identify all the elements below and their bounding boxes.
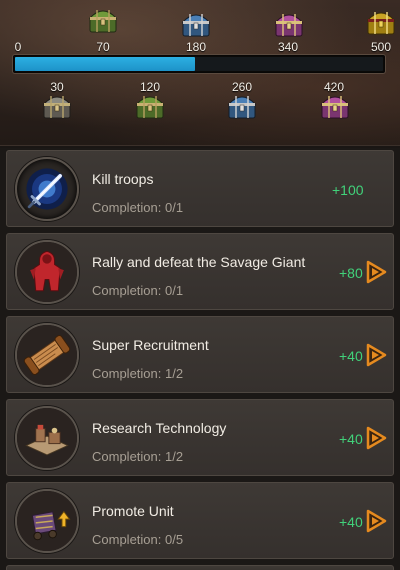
savage-giant-icon [15, 240, 79, 304]
task-reward: +40 [339, 514, 363, 530]
purple-chest-icon[interactable] [320, 92, 350, 120]
milestone-label: 500 [370, 40, 392, 54]
go-arrow-icon[interactable] [365, 426, 387, 450]
scroll-icon [15, 323, 79, 387]
task-row-research-technology[interactable]: Research Technology Completion: 1/2 +40 [6, 399, 394, 476]
task-title: Kill troops [92, 171, 154, 187]
task-row-rally-savage-giant[interactable]: Rally and defeat the Savage Giant Comple… [6, 233, 394, 310]
task-progress: Completion: 1/2 [92, 449, 184, 464]
task-row-partial [6, 565, 394, 570]
milestone-label: 180 [185, 40, 207, 54]
blue-chest-icon[interactable] [181, 10, 211, 38]
task-row-super-recruitment[interactable]: Super Recruitment Completion: 1/2 +40 [6, 316, 394, 393]
task-title: Super Recruitment [92, 337, 209, 353]
task-list: Kill troops Completion: 0/1 +100 Rally a… [0, 148, 400, 570]
task-progress: Completion: 0/5 [92, 532, 184, 547]
task-row-kill-troops[interactable]: Kill troops Completion: 0/1 +100 [6, 150, 394, 227]
task-reward: +100 [332, 182, 364, 198]
activity-progress-fill [15, 57, 195, 71]
task-reward: +80 [339, 265, 363, 281]
task-title: Research Technology [92, 420, 227, 436]
task-progress: Completion: 0/1 [92, 283, 184, 298]
task-title: Promote Unit [92, 503, 174, 519]
task-row-promote-unit[interactable]: Promote Unit Completion: 0/5 +40 [6, 482, 394, 559]
gray-chest-icon[interactable] [42, 92, 72, 120]
blue-chest-icon[interactable] [227, 92, 257, 120]
go-arrow-icon[interactable] [365, 260, 387, 284]
task-reward: +40 [339, 431, 363, 447]
sword-icon [15, 157, 79, 221]
milestone-label: 340 [277, 40, 299, 54]
gold-chest-icon[interactable] [366, 8, 396, 36]
go-arrow-icon[interactable] [365, 343, 387, 367]
purple-chest-icon[interactable] [274, 10, 304, 38]
promote-unit-icon [15, 489, 79, 553]
milestone-label: 70 [96, 40, 110, 54]
green-chest-icon[interactable] [88, 6, 118, 34]
activity-progress-banner: 0 70 180 340 500 30 120 260 420 [0, 0, 400, 146]
milestone-label: 0 [14, 40, 22, 54]
go-arrow-icon[interactable] [365, 509, 387, 533]
task-reward: +40 [339, 348, 363, 364]
task-title: Rally and defeat the Savage Giant [92, 254, 306, 270]
research-building-icon [15, 406, 79, 470]
task-progress: Completion: 1/2 [92, 366, 184, 381]
activity-progress-bar [12, 54, 386, 74]
task-progress: Completion: 0/1 [92, 200, 184, 215]
green-chest-icon[interactable] [135, 92, 165, 120]
